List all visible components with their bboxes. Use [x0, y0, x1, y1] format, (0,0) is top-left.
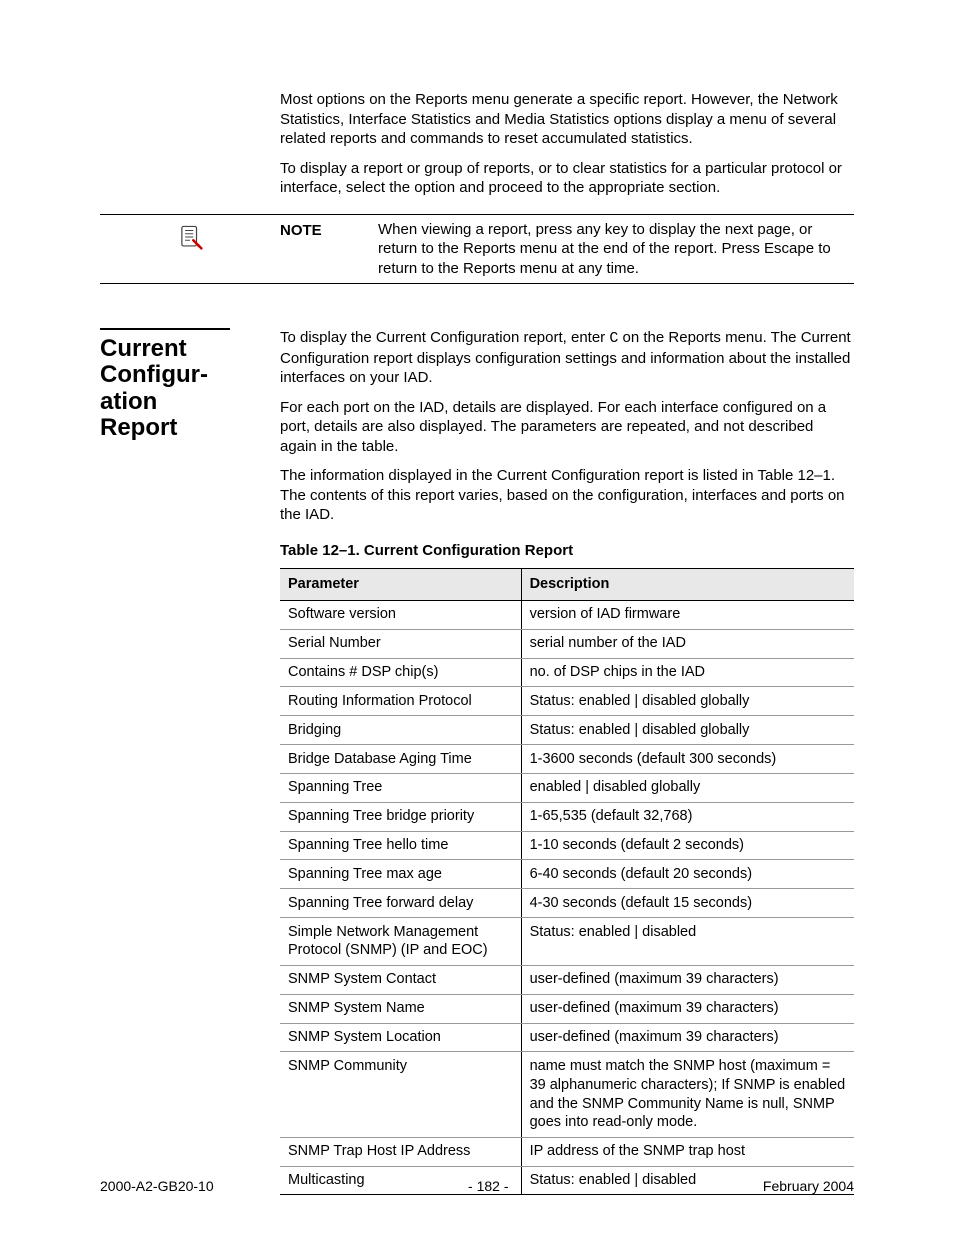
table-cell-description: user-defined (maximum 39 characters) [521, 1023, 854, 1052]
table-cell-parameter: Bridging [280, 716, 521, 745]
table-caption: Table 12–1. Current Configuration Report [280, 541, 854, 561]
table-cell-description: user-defined (maximum 39 characters) [521, 994, 854, 1023]
table-row: Contains # DSP chip(s)no. of DSP chips i… [280, 658, 854, 687]
intro-row: Most options on the Reports menu generat… [100, 90, 854, 208]
page-content: Most options on the Reports menu generat… [100, 90, 854, 1195]
table-cell-description: no. of DSP chips in the IAD [521, 658, 854, 687]
table-cell-description: user-defined (maximum 39 characters) [521, 965, 854, 994]
table-cell-description: version of IAD firmware [521, 600, 854, 629]
table-cell-parameter: SNMP System Location [280, 1023, 521, 1052]
table-row: SNMP Communityname must match the SNMP h… [280, 1052, 854, 1137]
table-row: Spanning Tree forward delay4-30 seconds … [280, 889, 854, 918]
table-row: SNMP System Contactuser-defined (maximum… [280, 965, 854, 994]
table-cell-parameter: Spanning Tree hello time [280, 831, 521, 860]
table-row: Spanning Tree max age6-40 seconds (defau… [280, 860, 854, 889]
table-row: Bridge Database Aging Time1-3600 seconds… [280, 745, 854, 774]
table-cell-description: IP address of the SNMP trap host [521, 1137, 854, 1166]
table-row: SNMP Trap Host IP AddressIP address of t… [280, 1137, 854, 1166]
table-cell-description: serial number of the IAD [521, 629, 854, 658]
table-cell-parameter: SNMP Community [280, 1052, 521, 1137]
page-footer: 2000-A2-GB20-10 - 182 - February 2004 [100, 1177, 854, 1195]
table-row: Spanning Tree hello time1-10 seconds (de… [280, 831, 854, 860]
table-row: Routing Information ProtocolStatus: enab… [280, 687, 854, 716]
table-cell-description: Status: enabled | disabled globally [521, 687, 854, 716]
table-cell-parameter: Software version [280, 600, 521, 629]
note-icon [177, 224, 203, 250]
table-row: Spanning Tree bridge priority1-65,535 (d… [280, 802, 854, 831]
section-paragraph-2: For each port on the IAD, details are di… [280, 398, 854, 457]
table-cell-parameter: Routing Information Protocol [280, 687, 521, 716]
table-cell-description: 1-10 seconds (default 2 seconds) [521, 831, 854, 860]
table-cell-parameter: Serial Number [280, 629, 521, 658]
table-cell-parameter: Bridge Database Aging Time [280, 745, 521, 774]
table-cell-description: enabled | disabled globally [521, 773, 854, 802]
intro-paragraph-2: To display a report or group of reports,… [280, 159, 854, 198]
table-cell-parameter: Spanning Tree forward delay [280, 889, 521, 918]
table-cell-parameter: SNMP Trap Host IP Address [280, 1137, 521, 1166]
table-cell-parameter: SNMP System Name [280, 994, 521, 1023]
table-cell-parameter: SNMP System Contact [280, 965, 521, 994]
table-row: Simple Network Management Protocol (SNMP… [280, 918, 854, 966]
config-table: Parameter Description Software versionve… [280, 568, 854, 1195]
table-header-parameter: Parameter [280, 569, 521, 601]
table-row: SNMP System Nameuser-defined (maximum 39… [280, 994, 854, 1023]
section-heading: Current Configur-ation Report [100, 328, 230, 442]
section-paragraph-3: The information displayed in the Current… [280, 466, 854, 525]
table-row: Serial Numberserial number of the IAD [280, 629, 854, 658]
note-block: NOTE When viewing a report, press any ke… [100, 214, 854, 285]
footer-page-number: - 182 - [468, 1177, 508, 1195]
table-cell-parameter: Simple Network Management Protocol (SNMP… [280, 918, 521, 966]
table-cell-description: name must match the SNMP host (maximum =… [521, 1052, 854, 1137]
table-cell-parameter: Spanning Tree bridge priority [280, 802, 521, 831]
note-text: When viewing a report, press any key to … [378, 220, 854, 279]
table-header-description: Description [521, 569, 854, 601]
section-paragraph-1: To display the Current Configuration rep… [280, 328, 854, 388]
table-row: SNMP System Locationuser-defined (maximu… [280, 1023, 854, 1052]
table-cell-description: 4-30 seconds (default 15 seconds) [521, 889, 854, 918]
intro-paragraph-1: Most options on the Reports menu generat… [280, 90, 854, 149]
table-cell-parameter: Contains # DSP chip(s) [280, 658, 521, 687]
note-label: NOTE [280, 220, 378, 279]
table-row: BridgingStatus: enabled | disabled globa… [280, 716, 854, 745]
table-row: Spanning Treeenabled | disabled globally [280, 773, 854, 802]
table-row: Software versionversion of IAD firmware [280, 600, 854, 629]
table-cell-parameter: Spanning Tree [280, 773, 521, 802]
table-cell-description: 1-3600 seconds (default 300 seconds) [521, 745, 854, 774]
table-cell-parameter: Spanning Tree max age [280, 860, 521, 889]
table-cell-description: Status: enabled | disabled [521, 918, 854, 966]
section-row: Current Configur-ation Report To display… [100, 314, 854, 1195]
footer-doc-id: 2000-A2-GB20-10 [100, 1177, 214, 1195]
table-cell-description: 6-40 seconds (default 20 seconds) [521, 860, 854, 889]
table-cell-description: Status: enabled | disabled globally [521, 716, 854, 745]
footer-date: February 2004 [763, 1177, 854, 1195]
table-cell-description: 1-65,535 (default 32,768) [521, 802, 854, 831]
